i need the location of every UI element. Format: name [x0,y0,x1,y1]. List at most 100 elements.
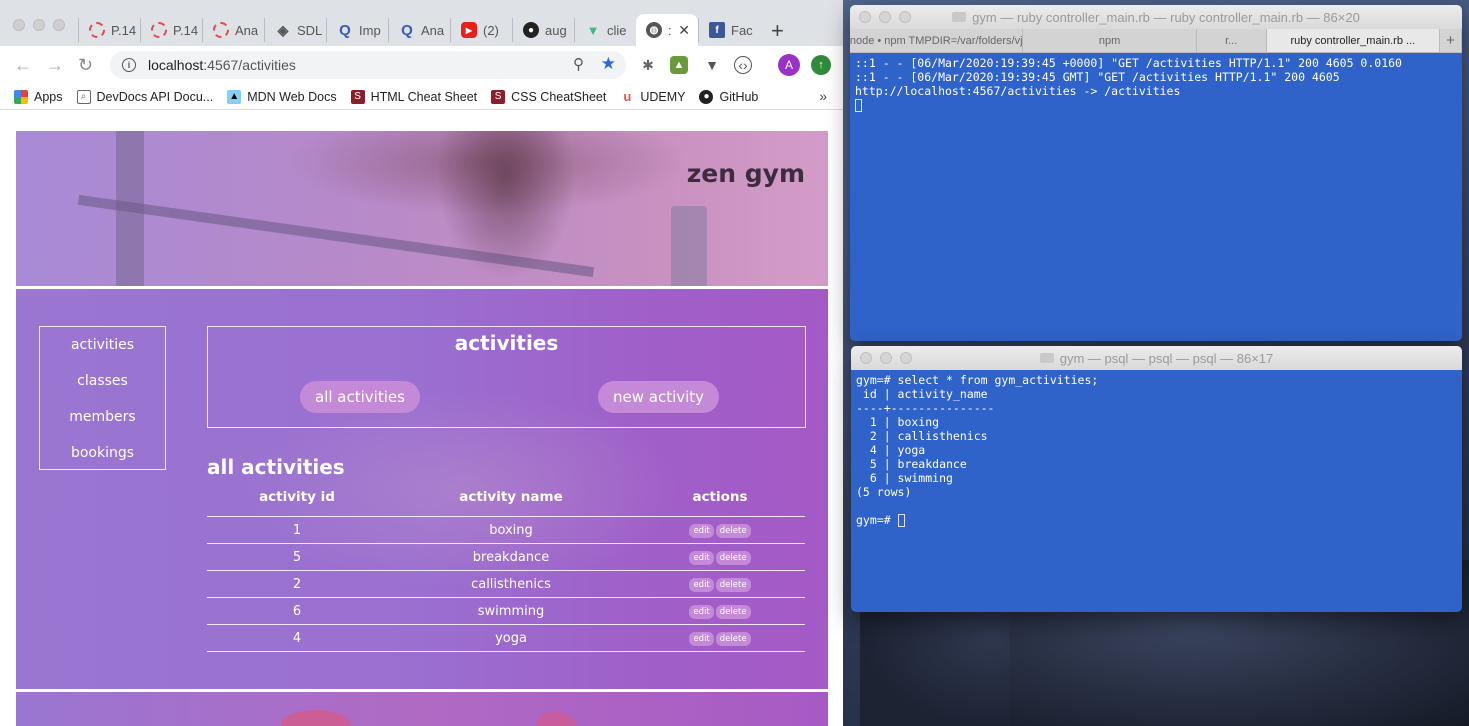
more-bookmarks-icon[interactable]: » [819,88,827,104]
github-icon: ● [523,22,539,38]
address-bar[interactable]: i localhost:4567/activities ⚲ ★ [110,51,626,79]
browser-tab[interactable]: P.14 [140,18,202,42]
psql-line: 5 | breakdance [856,457,967,471]
browser-tab[interactable]: ▼ clie [574,18,636,42]
bookmark-star-icon[interactable]: ★ [601,54,616,74]
zoom-icon[interactable]: ⚲ [573,55,584,73]
nav-classes[interactable]: classes [40,363,165,399]
nav-activities[interactable]: activities [40,327,165,363]
reload-icon[interactable]: ↻ [78,55,93,76]
browser-tab[interactable]: Q Imp [326,18,388,42]
close-tab-icon[interactable]: ✕ [678,22,690,39]
bug-extension-icon[interactable]: ✱ [639,56,657,74]
browser-tab[interactable]: ▶ (2) [450,18,512,42]
side-nav: activities classes members bookings [39,326,166,470]
delete-button[interactable]: delete [715,578,751,592]
bookmark-apps[interactable]: Apps [14,89,63,104]
delete-button[interactable]: delete [715,605,751,619]
globe-icon: ◍ [646,22,662,38]
zoom-window-button[interactable] [53,19,65,31]
hero-banner: zen gym [16,131,828,286]
browser-tab[interactable]: Ana [202,18,264,42]
footer-banner [16,692,828,726]
delete-button[interactable]: delete [715,551,751,565]
terminal-output[interactable]: ::1 - - [06/Mar/2020:19:39:45 +0000] "GE… [850,53,1462,115]
terminal-window-psql: gym — psql — psql — psql — 86×17 gym=# s… [851,346,1462,612]
hero-decoration [436,131,576,281]
column-header: activity name [459,489,563,505]
browser-tab[interactable]: Q Ana [388,18,450,42]
table-row: 2 callisthenics edit delete [207,571,805,598]
profile-avatar[interactable]: A [778,54,800,76]
delete-button[interactable]: delete [715,524,751,538]
browser-tab-active[interactable]: ◍ : ✕ [636,14,698,46]
cheatsheet-icon: S [350,89,365,104]
new-activity-button[interactable]: new activity [598,381,720,413]
activity-id: 5 [292,549,302,565]
bookmark-mdn[interactable]: ▲ MDN Web Docs [227,89,337,104]
zoom-window-button[interactable] [899,11,911,23]
delete-button[interactable]: delete [715,632,751,646]
edit-button[interactable]: edit [689,605,714,619]
forward-arrow-icon[interactable]: → [46,55,64,76]
terminal-cursor [855,99,862,112]
psql-line: 4 | yoga [856,443,926,457]
psql-line: id | activity_name [856,387,988,401]
site-info-icon[interactable]: i [122,58,136,72]
bookmark-devdocs[interactable]: ⌕ DevDocs API Docu... [76,89,213,104]
log-line: http://localhost:4567/activities -> /act… [855,84,1181,98]
vue-icon: ▼ [586,22,600,38]
devdocs-icon: ⌕ [76,89,91,104]
minimize-window-button[interactable] [880,352,892,364]
v-extension-icon[interactable]: ▼ [703,56,721,74]
code-extension-icon[interactable]: ‹› [734,56,752,74]
bookmark-css-cheatsheet[interactable]: S CSS CheatSheet [491,89,606,104]
zoom-window-button[interactable] [900,352,912,364]
new-terminal-tab-button[interactable]: + [1440,29,1462,52]
terminal-output[interactable]: gym=# select * from gym_activities; id |… [851,370,1462,530]
psql-line: gym=# select * from gym_activities; [856,373,1099,387]
q-icon: Q [339,21,351,39]
row-actions: edit delete [635,549,805,565]
terminal-tab-active[interactable]: ruby controller_main.rb ... [1266,29,1441,52]
terminal-tab[interactable]: r... [1197,29,1267,52]
new-tab-button[interactable]: + [771,18,784,44]
terminal-tab[interactable]: node • npm TMPDIR=/var/folders/vj [850,29,1024,52]
terminal-tab[interactable]: npm [1023,29,1197,52]
activity-id: 6 [292,603,302,619]
minimize-window-button[interactable] [33,19,45,31]
all-activities-button[interactable]: all activities [300,381,420,413]
youtube-icon: ▶ [461,22,477,38]
bookmark-udemy[interactable]: u UDEMY [620,89,685,104]
close-window-button[interactable] [860,352,872,364]
terminal-title: gym — psql — psql — psql — 86×17 [1059,350,1274,366]
close-window-button[interactable] [859,11,871,23]
plant-extension-icon[interactable]: ▲ [670,56,688,74]
edit-button[interactable]: edit [689,578,714,592]
browser-tab[interactable]: P.14 [78,18,140,42]
minimize-window-button[interactable] [879,11,891,23]
nav-bookings[interactable]: bookings [40,435,165,471]
back-arrow-icon[interactable]: ← [14,55,32,76]
row-actions: edit delete [635,630,805,646]
browser-tab[interactable]: ◈ SDL [264,18,326,42]
edit-button[interactable]: edit [689,551,714,565]
browser-tab[interactable]: f Face [698,18,753,42]
edit-button[interactable]: edit [689,632,714,646]
table-row: 6 swimming edit delete [207,598,805,625]
nav-members[interactable]: members [40,399,165,435]
update-icon[interactable]: ↑ [811,55,831,75]
browser-window: P.14 P.14 Ana ◈ SDL Q Imp Q Ana ▶ (2) ● … [0,0,843,726]
activity-name: boxing [489,522,533,538]
bookmark-github[interactable]: ● GitHub [699,89,758,104]
edit-button[interactable]: edit [689,524,714,538]
bookmark-html-cheatsheet[interactable]: S HTML Cheat Sheet [350,89,477,104]
browser-tab[interactable]: ● aug [512,18,574,42]
mdn-icon: ▲ [227,89,242,104]
activity-name: swimming [477,603,545,619]
log-line: ::1 - - [06/Mar/2020:19:39:45 +0000] "GE… [855,56,1402,70]
close-window-button[interactable] [13,19,25,31]
activity-id: 2 [292,576,302,592]
tab-strip: P.14 P.14 Ana ◈ SDL Q Imp Q Ana ▶ (2) ● … [0,0,843,46]
terminal-titlebar: gym — psql — psql — psql — 86×17 [851,346,1462,370]
